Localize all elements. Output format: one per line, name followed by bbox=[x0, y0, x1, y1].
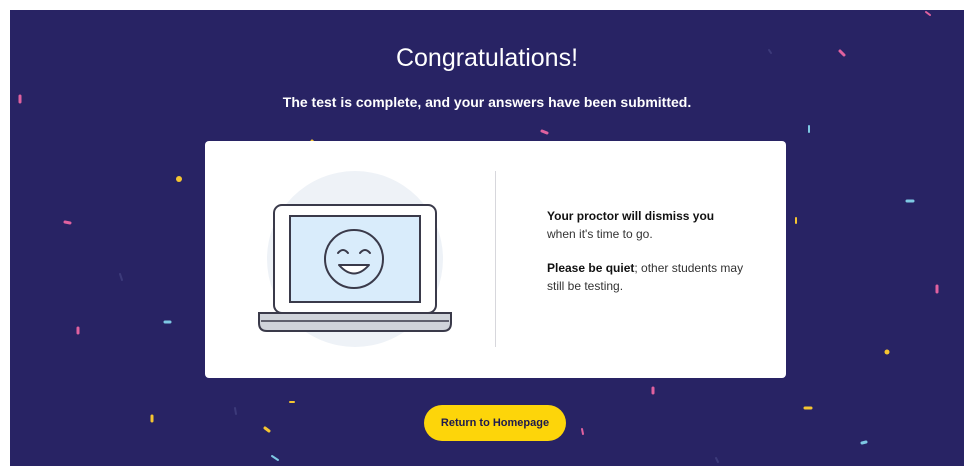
completion-card: Your proctor will dismiss you when it's … bbox=[205, 141, 786, 378]
dismiss-message-text: when it's time to go. bbox=[547, 227, 653, 241]
confetti-piece bbox=[176, 176, 182, 182]
quiet-message-emphasis: Please be quiet bbox=[547, 261, 635, 275]
dismiss-message-emphasis: Your proctor will dismiss you bbox=[547, 209, 715, 223]
confetti-piece bbox=[234, 407, 237, 415]
card-divider bbox=[495, 171, 496, 347]
confetti-piece bbox=[271, 455, 279, 461]
confetti-piece bbox=[581, 428, 584, 435]
instructions: Your proctor will dismiss you when it's … bbox=[547, 207, 757, 311]
confetti-piece bbox=[263, 426, 271, 433]
return-to-homepage-button[interactable]: Return to Homepage bbox=[424, 405, 566, 441]
confetti-piece bbox=[540, 129, 549, 135]
page-subtitle: The test is complete, and your answers h… bbox=[282, 94, 692, 110]
laptop-smiley-icon bbox=[258, 171, 452, 347]
dismiss-message: Your proctor will dismiss you when it's … bbox=[547, 207, 757, 243]
page-title: Congratulations! bbox=[395, 44, 579, 72]
quiet-message: Please be quiet; other students may stil… bbox=[547, 259, 757, 295]
confetti-piece bbox=[925, 11, 931, 16]
confetti-piece bbox=[884, 349, 890, 355]
confetti-piece bbox=[715, 457, 719, 463]
completion-screen: Congratulations! The test is complete, a… bbox=[10, 10, 964, 466]
confetti-piece bbox=[119, 273, 123, 281]
confetti-piece bbox=[63, 220, 72, 225]
confetti-piece bbox=[860, 440, 868, 445]
